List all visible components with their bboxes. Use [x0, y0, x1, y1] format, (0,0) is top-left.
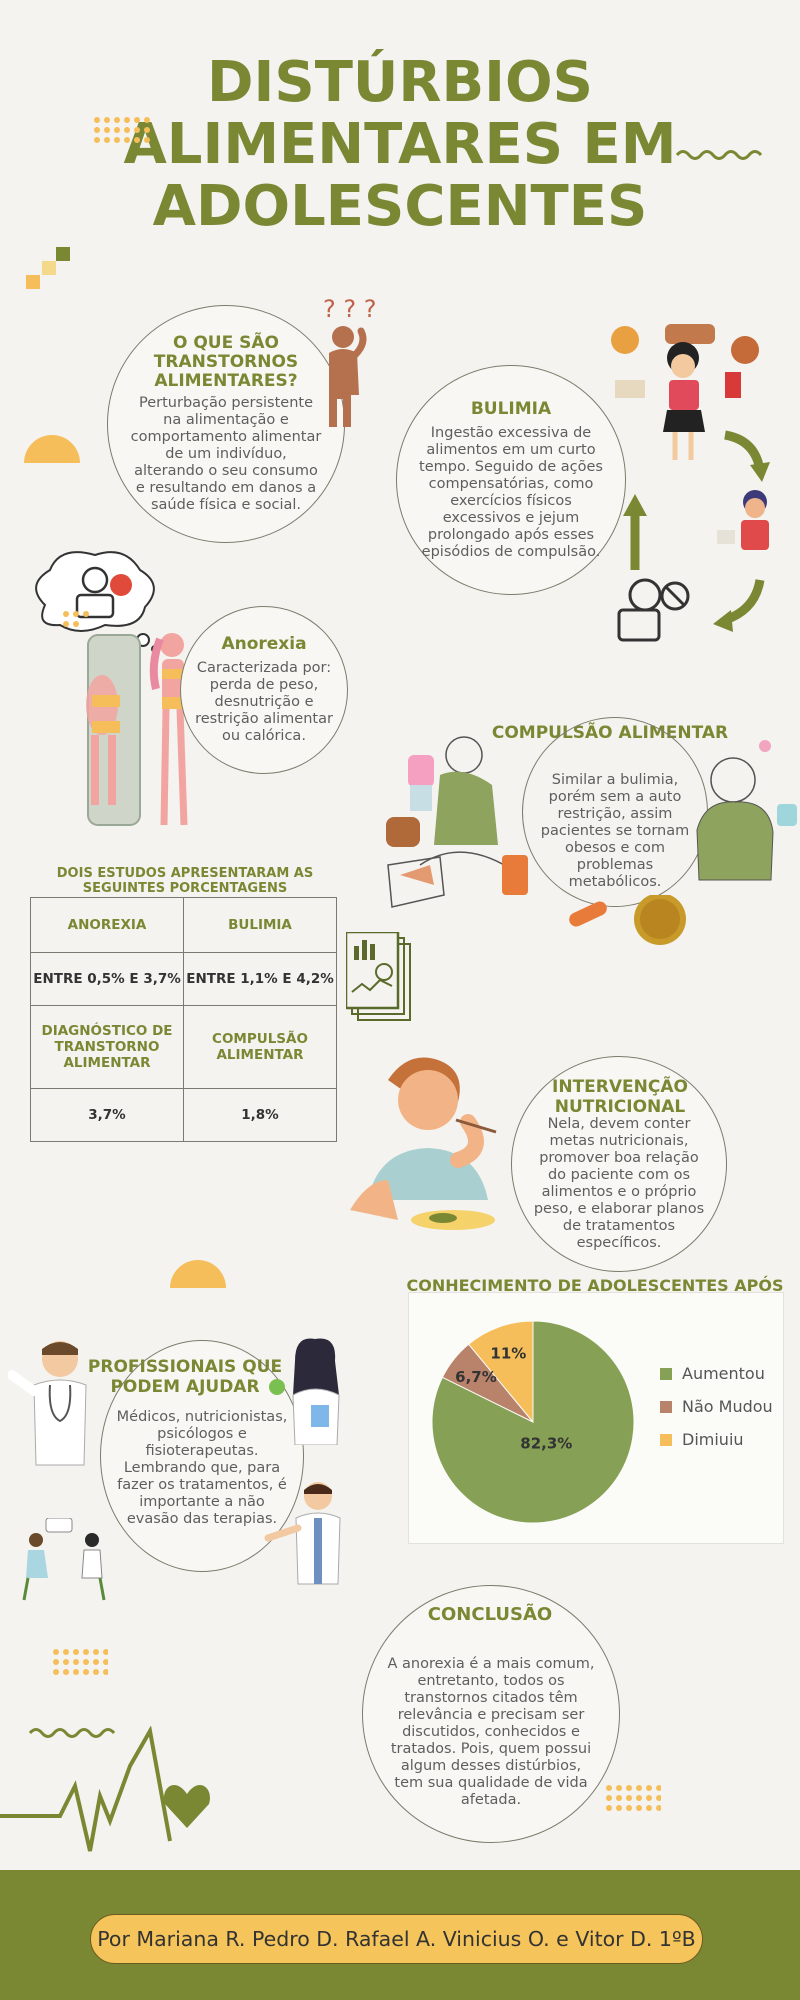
section-compulsao: Similar a bulimia, porém sem a auto rest…	[522, 717, 708, 907]
conclusao-text: A anorexia é a mais comum, entretanto, t…	[387, 1655, 595, 1808]
legend-item-dimiuiu: Dimiuiu	[660, 1430, 744, 1449]
title-line-3: ADOLESCENTES	[152, 174, 648, 239]
legend-swatch	[660, 1400, 672, 1413]
o-que-sao-heading: O QUE SÃO TRANSTORNOS ALIMENTARES?	[153, 333, 299, 391]
half-sun-decoration	[24, 435, 80, 463]
pixel-squares-decoration	[26, 247, 70, 289]
bulimia-text: Ingestão excessiva de alimentos em um cu…	[419, 424, 603, 560]
legend-label: Dimiuiu	[682, 1430, 744, 1449]
table-header-bulimia: BULIMIA	[183, 897, 337, 953]
table-value-anorexia: ENTRE 0,5% E 3,7%	[30, 952, 184, 1006]
table-row: 3,7% 1,8%	[30, 1088, 337, 1142]
credits-text: Por Mariana R. Pedro D. Rafael A. Vinici…	[97, 1927, 696, 1951]
compulsao-text: Similar a bulimia, porém sem a auto rest…	[540, 771, 690, 890]
section-o-que-sao: O QUE SÃO TRANSTORNOS ALIMENTARES? Pertu…	[107, 305, 345, 543]
legend-label: Não Mudou	[682, 1397, 773, 1416]
dots-decoration-4	[606, 1785, 661, 1811]
legend-item-aumentou: Aumentou	[660, 1364, 765, 1383]
report-document-icon	[346, 932, 411, 1021]
estudos-heading: DOIS ESTUDOS APRESENTARAM AS SEGUINTES P…	[56, 866, 314, 896]
pie-label-dimiuiu: 11%	[490, 1345, 526, 1363]
svg-text:? ? ?: ? ? ?	[323, 295, 375, 323]
bulimia-cycle-illustration	[611, 324, 770, 642]
conclusao-heading: CONCLUSÃO	[427, 1604, 553, 1625]
squiggle-decoration	[675, 150, 763, 160]
table-header-diagnostico: DIAGNÓSTICO DE TRANSTORNO ALIMENTAR	[30, 1005, 184, 1089]
therapy-session-illustration	[22, 1518, 106, 1601]
dots-decoration-3	[53, 1649, 108, 1675]
man-eating-illustration	[350, 1057, 497, 1230]
junk-food-illustration	[569, 895, 686, 945]
table-header-compulsao: COMPULSÃO ALIMENTAR	[183, 1005, 337, 1089]
legend-swatch	[660, 1367, 672, 1380]
table-row: ENTRE 0,5% E 3,7% ENTRE 1,1% E 4,2%	[30, 952, 337, 1006]
pie-label-aumentou: 82,3%	[520, 1434, 572, 1452]
nutritionist-illustration	[269, 1338, 340, 1445]
bulimia-heading: BULIMIA	[470, 398, 552, 419]
table-header-anorexia: ANOREXIA	[30, 897, 184, 953]
overweight-person-illustration	[696, 740, 797, 881]
table-row: ANOREXIA BULIMIA	[30, 897, 337, 953]
legend-item-nomudou: Não Mudou	[660, 1397, 773, 1416]
pie-chart: 82,3% 6,7% 11%	[431, 1320, 635, 1524]
dots-decoration	[94, 117, 150, 143]
table-row: DIAGNÓSTICO DE TRANSTORNO ALIMENTAR COMP…	[30, 1005, 337, 1089]
confused-person-icon: ? ? ?	[323, 295, 375, 427]
table-value-diagnostico: 3,7%	[30, 1088, 184, 1142]
anorexia-text: Caracterizada por: perda de peso, desnut…	[195, 660, 333, 744]
credits-pill: Por Mariana R. Pedro D. Rafael A. Vinici…	[90, 1914, 703, 1964]
heartbeat-line-icon	[0, 1726, 210, 1852]
doctor-illustration	[8, 1341, 87, 1466]
eating-person-illustration	[386, 736, 528, 908]
profissionais-heading: PROFISSIONAIS QUE PODEM AJUDAR	[87, 1357, 283, 1397]
title-line-1: DISTÚRBIOS	[207, 50, 593, 115]
section-anorexia: Anorexia Caracterizada por: perda de pes…	[180, 606, 348, 774]
intervencao-text: Nela, devem conter metas nutricionais, p…	[533, 1116, 705, 1251]
heart-icon	[164, 1785, 210, 1828]
table-value-bulimia: ENTRE 1,1% E 4,2%	[183, 952, 337, 1006]
section-bulimia: BULIMIA Ingestão excessiva de alimentos …	[396, 365, 626, 595]
legend-swatch	[660, 1433, 672, 1446]
studies-table: ANOREXIA BULIMIA ENTRE 0,5% E 3,7% ENTRE…	[30, 897, 337, 1142]
legend-label: Aumentou	[682, 1364, 765, 1383]
pie-label-nomudou: 6,7%	[455, 1368, 497, 1386]
mirror-body-illustration	[86, 633, 188, 826]
half-sun-decoration-2	[170, 1260, 226, 1288]
page-title: DISTÚRBIOS ALIMENTARES EM ADOLESCENTES	[0, 52, 800, 238]
table-value-compulsao: 1,8%	[183, 1088, 337, 1142]
anorexia-heading: Anorexia	[221, 634, 307, 654]
doctor-illustration-2	[264, 1482, 341, 1585]
o-que-sao-text: Perturbação persistente na alimentação e…	[130, 395, 322, 513]
